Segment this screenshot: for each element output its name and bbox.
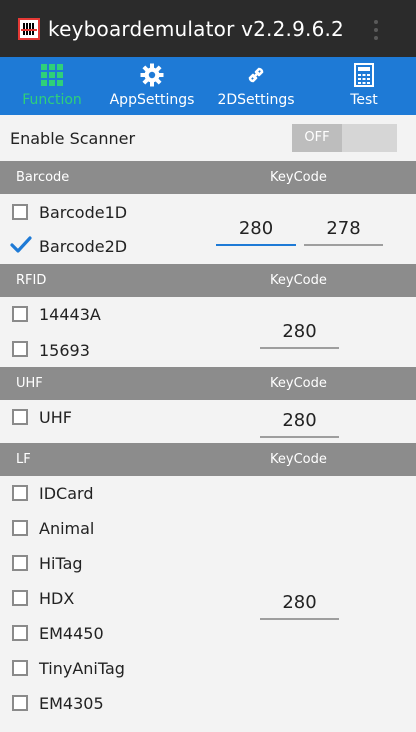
lf-em4450-label: EM4450 xyxy=(39,624,104,643)
lf-hitag-row[interactable]: HiTag xyxy=(0,546,416,581)
uhf-header-label: UHF xyxy=(16,376,43,391)
lf-header-label: LF xyxy=(16,452,31,467)
tab-test-label: Test xyxy=(350,92,378,108)
lf-animal-label: Animal xyxy=(39,519,95,538)
uhf-keycode-header: KeyCode xyxy=(270,376,327,391)
rfid-section-header: RFID KeyCode xyxy=(0,264,416,297)
rfid-14443a-checkbox[interactable] xyxy=(12,306,28,322)
lf-hdx-row[interactable]: HDX xyxy=(0,581,416,616)
tab-function[interactable]: Function xyxy=(0,57,104,115)
barcode2d-checkbox[interactable] xyxy=(10,236,32,253)
barcode-section-header: Barcode KeyCode xyxy=(0,161,416,194)
lf-em4305-label: EM4305 xyxy=(39,694,104,713)
lf-keycode-field[interactable]: 280 xyxy=(260,592,339,620)
lf-em4450-row[interactable]: EM4450 xyxy=(0,616,416,651)
lf-tinyanitag-checkbox[interactable] xyxy=(12,660,28,676)
tab-appsettings[interactable]: AppSettings xyxy=(104,57,200,115)
link-icon xyxy=(248,67,264,83)
rfid-keycode-field[interactable]: 280 xyxy=(260,321,339,349)
tab-function-label: Function xyxy=(22,92,82,108)
lf-section-header: LF KeyCode xyxy=(0,443,416,476)
barcode-app-icon xyxy=(18,18,40,40)
barcode-keycode-field-2[interactable]: 278 xyxy=(304,218,383,246)
lf-hdx-checkbox[interactable] xyxy=(12,590,28,606)
uhf-keycode-field[interactable]: 280 xyxy=(260,410,339,438)
barcode1d-checkbox[interactable] xyxy=(12,204,28,220)
toggle-state-text: OFF xyxy=(292,124,342,152)
rfid-header-label: RFID xyxy=(16,273,47,288)
app-title: keyboardemulator v2.2.9.6.2 xyxy=(48,17,344,41)
rfid-14443a-label: 14443A xyxy=(39,305,101,324)
barcode-keycode-field-1[interactable]: 280 xyxy=(216,218,296,246)
overflow-menu-icon[interactable] xyxy=(374,20,378,44)
uhf-section-header: UHF KeyCode xyxy=(0,367,416,400)
rfid-keycode-header: KeyCode xyxy=(270,273,327,288)
lf-keycode-header: KeyCode xyxy=(270,452,327,467)
lf-tinyanitag-row[interactable]: TinyAniTag xyxy=(0,651,416,686)
rfid-15693-label: 15693 xyxy=(39,341,90,360)
enable-scanner-toggle[interactable]: OFF xyxy=(292,124,397,152)
uhf-checkbox[interactable] xyxy=(12,409,28,425)
title-bar: keyboardemulator v2.2.9.6.2 xyxy=(0,0,416,57)
barcode2d-label: Barcode2D xyxy=(39,237,128,256)
lf-keycode-value: 280 xyxy=(282,592,317,613)
lf-hitag-checkbox[interactable] xyxy=(12,555,28,571)
tab-appsettings-label: AppSettings xyxy=(109,92,195,108)
lf-idcard-checkbox[interactable] xyxy=(12,485,28,501)
lf-hdx-label: HDX xyxy=(39,589,75,608)
lf-em4450-checkbox[interactable] xyxy=(12,625,28,641)
lf-idcard-label: IDCard xyxy=(39,484,94,503)
tab-test[interactable]: Test xyxy=(312,57,416,115)
gear-icon xyxy=(140,63,164,87)
calculator-icon xyxy=(354,63,374,87)
tab-2dsettings[interactable]: 2DSettings xyxy=(200,57,312,115)
barcode-keycode-value-1: 280 xyxy=(238,218,274,239)
lf-hitag-label: HiTag xyxy=(39,554,83,573)
barcode1d-label: Barcode1D xyxy=(39,203,128,222)
rfid-15693-checkbox[interactable] xyxy=(12,341,28,357)
barcode-keycode-header: KeyCode xyxy=(270,170,327,185)
lf-animal-row[interactable]: Animal xyxy=(0,511,416,546)
barcode-keycode-value-2: 278 xyxy=(326,218,361,239)
tab-bar: Function AppSettings 2DSettings Test xyxy=(0,57,416,115)
rfid-14443a-row[interactable]: 14443A xyxy=(0,297,416,332)
lf-animal-checkbox[interactable] xyxy=(12,520,28,536)
checkmark-icon xyxy=(10,236,32,253)
lf-idcard-row[interactable]: IDCard xyxy=(0,476,416,511)
enable-scanner-label: Enable Scanner xyxy=(10,129,136,148)
lf-tinyanitag-label: TinyAniTag xyxy=(39,659,125,678)
tab-2dsettings-label: 2DSettings xyxy=(217,92,295,108)
rfid-15693-row[interactable]: 15693 xyxy=(0,332,416,367)
lf-em4305-row[interactable]: EM4305 xyxy=(0,686,416,721)
uhf-keycode-value: 280 xyxy=(282,410,317,431)
barcode-header-label: Barcode xyxy=(16,170,70,185)
rfid-keycode-value: 280 xyxy=(282,321,317,342)
uhf-row[interactable]: UHF xyxy=(0,400,416,435)
lf-em4305-checkbox[interactable] xyxy=(12,695,28,711)
grid-icon xyxy=(41,64,63,86)
uhf-label: UHF xyxy=(39,408,72,427)
